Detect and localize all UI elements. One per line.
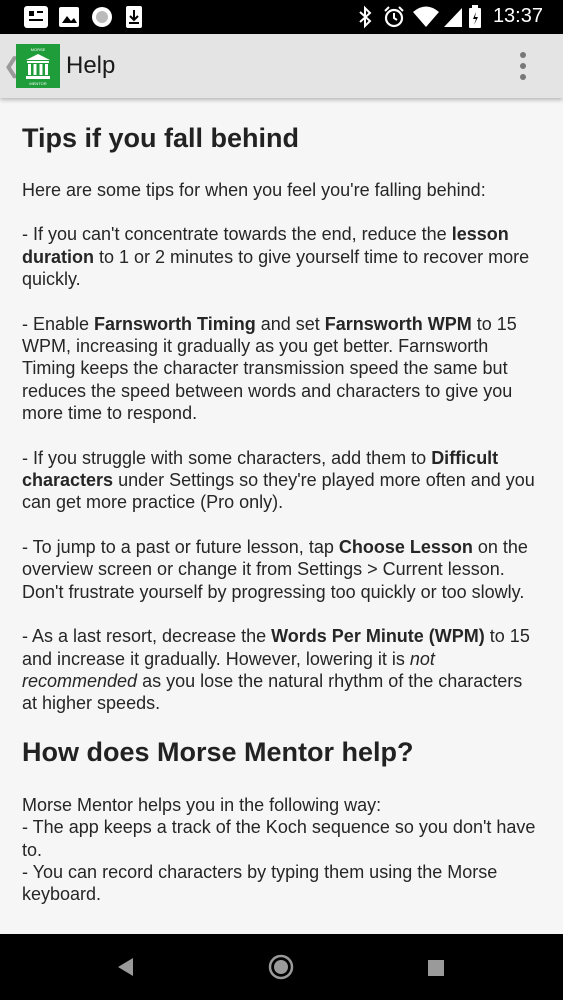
help-item-koch: - The app keeps a track of the Koch sequ…	[22, 817, 536, 860]
image-icon	[59, 7, 79, 27]
tip-farnsworth: - Enable Farnsworth Timing and set Farns…	[22, 313, 517, 424]
tip-wpm: - As a last resort, decrease the Words P…	[22, 626, 530, 714]
recents-button[interactable]	[426, 958, 446, 978]
app-bar: ❮ MORSE MENTOR Help	[0, 34, 563, 98]
tip-difficult-characters: - If you struggle with some characters, …	[22, 447, 535, 513]
tips-intro: Here are some tips for when you feel you…	[22, 180, 486, 200]
more-vert-icon	[520, 52, 526, 58]
svg-text:MENTOR: MENTOR	[29, 81, 46, 86]
alarm-icon	[384, 6, 404, 28]
clock: 13:37	[492, 5, 543, 27]
back-triangle-icon	[118, 958, 133, 976]
battery-icon	[469, 5, 481, 28]
wifi-icon	[413, 6, 439, 27]
navigation-bar	[0, 934, 563, 1000]
signal-icon	[444, 8, 462, 27]
svg-text:MORSE: MORSE	[31, 47, 46, 52]
home-button[interactable]	[266, 952, 296, 982]
recents-square-icon	[428, 960, 444, 976]
section-heading-tips: Tips if you fall behind	[22, 123, 300, 153]
overflow-menu-button[interactable]	[514, 50, 534, 82]
help-content[interactable]: Tips if you fall behind Here are some ti…	[0, 98, 563, 934]
download-icon	[126, 6, 142, 28]
bluetooth-icon	[359, 5, 372, 29]
help-intro: Morse Mentor helps you in the following …	[22, 794, 382, 815]
page-title: Help	[66, 52, 116, 79]
help-article: Tips if you fall behind Here are some ti…	[0, 98, 563, 906]
tip-lesson-duration: - If you can't concentrate towards the e…	[22, 224, 530, 290]
bank-icon: MORSE MENTOR	[26, 47, 50, 86]
notification-app-icon	[24, 6, 48, 28]
app-logo[interactable]: MORSE MENTOR	[16, 44, 60, 88]
circle-icon	[92, 7, 112, 27]
tip-choose-lesson: - To jump to a past or future lesson, ta…	[22, 536, 528, 602]
status-bar: 13:37	[0, 0, 563, 34]
back-button[interactable]	[113, 954, 139, 980]
section-heading-how-help: How does Morse Mentor help?	[22, 736, 414, 767]
help-item-keyboard: - You can record characters by typing th…	[22, 861, 498, 905]
